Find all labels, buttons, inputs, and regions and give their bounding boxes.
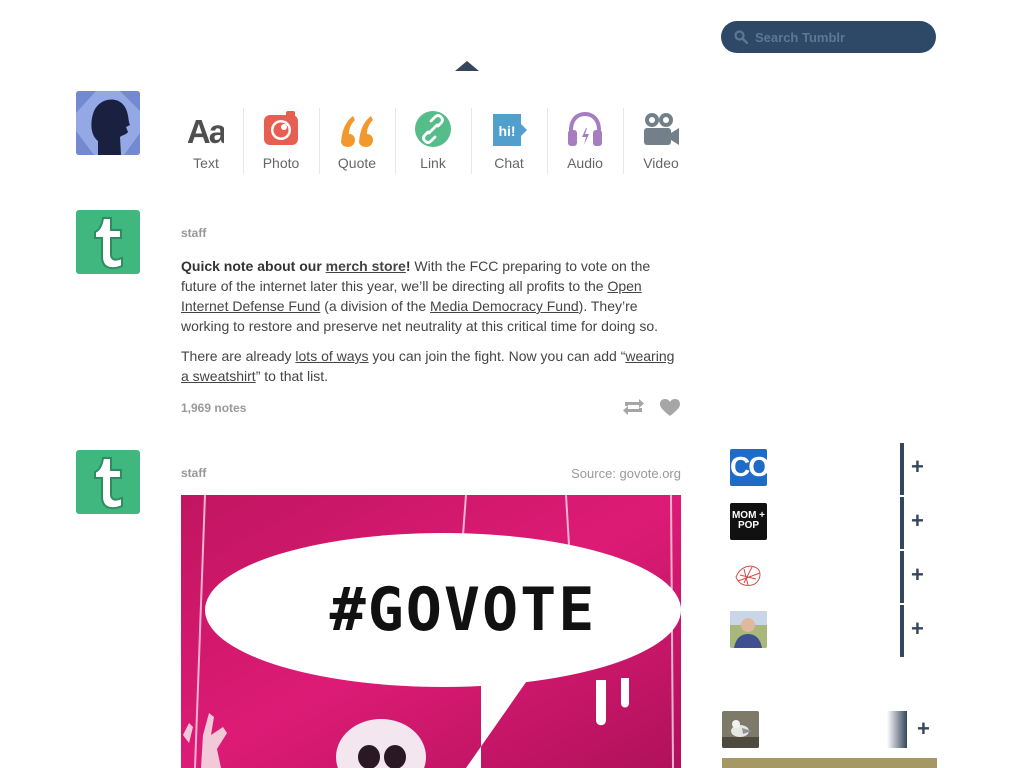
- blog-initials: MOM + POP: [731, 510, 766, 531]
- text-span: There are already: [181, 348, 296, 364]
- follow-plus-icon[interactable]: +: [911, 616, 924, 642]
- text-icon: Aa: [188, 113, 224, 148]
- post-body: Quick note about our merch store! With t…: [181, 256, 681, 396]
- post-paragraph: There are already lots of ways you can j…: [181, 346, 681, 386]
- video-camera-icon: [644, 113, 679, 145]
- staff-avatar[interactable]: [76, 450, 140, 514]
- radar-post-image[interactable]: [722, 758, 937, 768]
- head-silhouette-icon: [76, 91, 140, 155]
- post-type-label: Audio: [567, 155, 603, 171]
- text-span: ” to that list.: [255, 368, 329, 384]
- radar-follow-fade: [887, 711, 907, 748]
- post-type-label: Text: [193, 155, 219, 171]
- post-author[interactable]: staff: [181, 466, 206, 480]
- staff-avatar[interactable]: [76, 210, 140, 274]
- post-type-label: Link: [420, 155, 446, 171]
- post-type-video[interactable]: Video: [623, 104, 699, 174]
- follow-plus-icon[interactable]: +: [911, 508, 924, 534]
- post-type-label: Photo: [262, 155, 300, 171]
- post-type-audio[interactable]: Audio: [547, 104, 623, 174]
- follow-divider: [900, 443, 904, 495]
- reblog-icon[interactable]: [622, 397, 645, 417]
- recommended-blog[interactable]: CO +: [730, 443, 924, 495]
- search-icon: [734, 30, 748, 44]
- follow-divider: [900, 605, 904, 657]
- person-photo: [730, 611, 767, 648]
- sketch-avatar[interactable]: [730, 557, 767, 594]
- post-source[interactable]: Source: govote.org: [540, 466, 681, 481]
- seagull-photo: [722, 711, 759, 748]
- post-author[interactable]: staff: [181, 226, 206, 240]
- follow-plus-icon[interactable]: +: [911, 454, 924, 480]
- post-type-label: Quote: [337, 155, 377, 171]
- link-icon: [415, 111, 451, 147]
- lots-of-ways-link[interactable]: lots of ways: [295, 348, 368, 364]
- sketch-art-icon: [735, 565, 761, 586]
- co-avatar[interactable]: CO: [730, 449, 767, 486]
- recommended-blog[interactable]: +: [730, 605, 924, 657]
- follow-plus-icon[interactable]: +: [911, 562, 924, 588]
- recommended-blog[interactable]: +: [730, 551, 924, 603]
- post-type-quote[interactable]: Quote: [319, 104, 395, 174]
- media-democracy-fund-link[interactable]: Media Democracy Fund: [430, 298, 579, 314]
- notes-count[interactable]: 1,969 notes: [181, 401, 246, 415]
- post-type-photo[interactable]: Photo: [243, 104, 319, 174]
- user-avatar[interactable]: [76, 91, 140, 155]
- merch-store-link[interactable]: merch store: [326, 258, 406, 274]
- post-type-label: Video: [643, 155, 679, 171]
- blog-initials: CO: [730, 451, 767, 482]
- text-span: (a division of the: [320, 298, 431, 314]
- text-span: you can join the fight. Now you can add …: [368, 348, 626, 364]
- tumblr-logo-icon: [94, 457, 123, 510]
- caret-up-icon: [455, 61, 479, 71]
- post-type-label: Chat: [494, 155, 524, 171]
- person-avatar[interactable]: [730, 611, 767, 648]
- search-input[interactable]: [755, 27, 925, 47]
- recommended-blog[interactable]: MOM + POP +: [730, 497, 924, 549]
- search-bar[interactable]: [721, 21, 936, 53]
- chat-icon: hi!: [493, 114, 527, 146]
- mompop-avatar[interactable]: MOM + POP: [730, 503, 767, 540]
- post-image[interactable]: #GOVOTE: [181, 495, 681, 768]
- headphones-icon: [568, 111, 602, 146]
- post-type-text[interactable]: Aa Text: [168, 104, 244, 174]
- post-paragraph: Quick note about our merch store! With t…: [181, 256, 681, 336]
- text-span: Quick note about our: [181, 258, 326, 274]
- camera-icon: [264, 111, 298, 145]
- tumblr-logo-icon: [94, 217, 123, 270]
- govote-text: #GOVOTE: [329, 575, 597, 645]
- post-type-link[interactable]: Link: [395, 104, 471, 174]
- quote-icon: [341, 116, 373, 147]
- follow-divider: [900, 497, 904, 549]
- svg-text:hi!: hi!: [498, 123, 515, 139]
- heart-icon[interactable]: [659, 398, 681, 417]
- follow-plus-icon[interactable]: +: [917, 716, 930, 742]
- radar-avatar[interactable]: [722, 711, 759, 748]
- post-type-chat[interactable]: hi! Chat: [471, 104, 547, 174]
- svg-text:Aa: Aa: [188, 113, 224, 148]
- follow-divider: [900, 551, 904, 603]
